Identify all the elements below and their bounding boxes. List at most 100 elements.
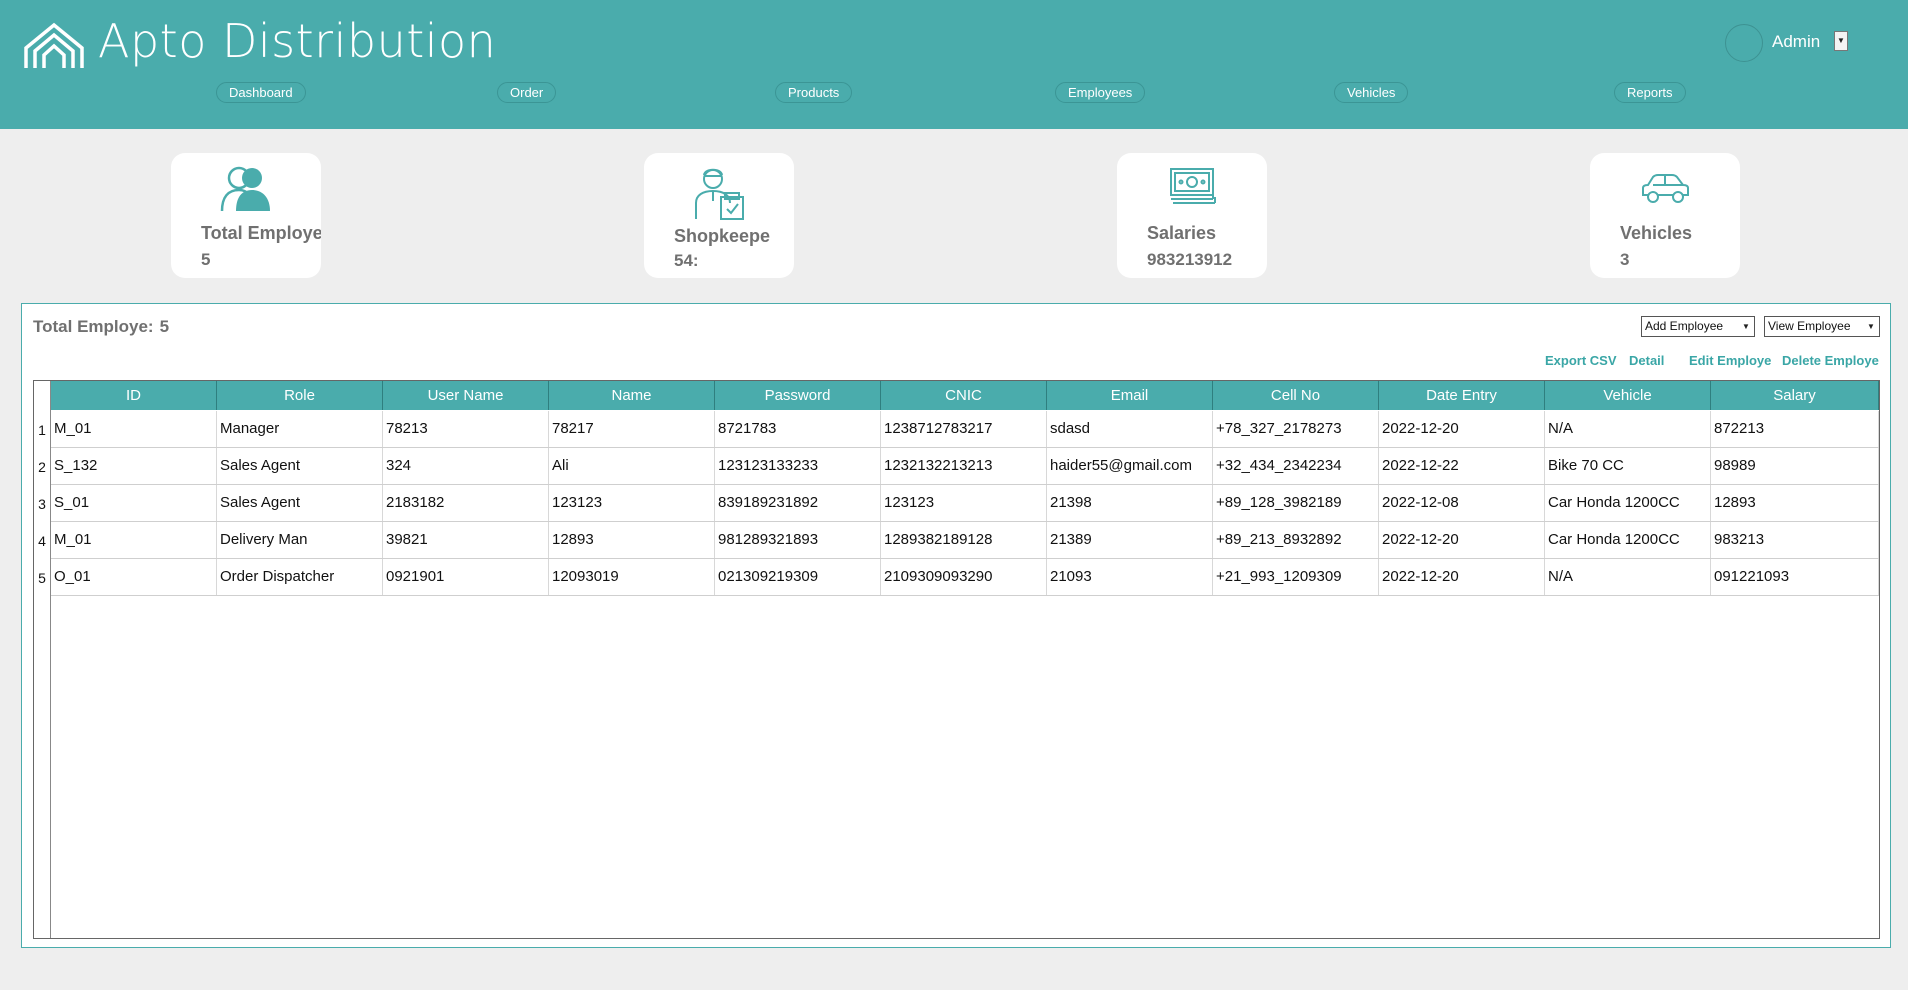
row-number[interactable]: 1 — [34, 422, 50, 438]
detail-link[interactable]: Detail — [1629, 353, 1664, 368]
card-value: 983213912 — [1147, 250, 1233, 269]
user-name[interactable]: Admin — [1772, 32, 1820, 52]
cell-cell-no[interactable]: +32_434_2342234 — [1213, 448, 1379, 484]
cell-cell-no[interactable]: +89_213_8932892 — [1213, 522, 1379, 558]
cell-email[interactable]: haider55@gmail.com — [1047, 448, 1213, 484]
card-label: Total Employe — [201, 223, 321, 243]
cell-password[interactable]: 839189231892 — [715, 485, 881, 521]
cell-email[interactable]: sdasd — [1047, 411, 1213, 447]
cell-cnic[interactable]: 1238712783217 — [881, 411, 1047, 447]
export-csv-link[interactable]: Export CSV — [1545, 353, 1617, 368]
cell-salary[interactable]: 983213 — [1711, 522, 1879, 558]
cell-name[interactable]: Ali — [549, 448, 715, 484]
cell-cell-no[interactable]: +78_327_2178273 — [1213, 411, 1379, 447]
nav-products[interactable]: Products — [775, 82, 853, 103]
table-header: ID Role User Name Name Password CNIC Ema… — [51, 381, 1879, 410]
cell-id[interactable]: O_01 — [51, 559, 217, 595]
view-employee-select[interactable]: View Employee ▼ — [1764, 316, 1880, 337]
cell-user-name[interactable]: 324 — [383, 448, 549, 484]
cell-date-entry[interactable]: 2022-12-20 — [1379, 559, 1545, 595]
table-row[interactable]: S_01 Sales Agent 2183182 123123 839189231892… — [51, 485, 1879, 522]
cell-password[interactable]: 021309219309 — [715, 559, 881, 595]
cell-salary[interactable]: 98989 — [1711, 448, 1879, 484]
card-value: 54: — [674, 251, 699, 270]
column-header-cell-no[interactable]: Cell No — [1213, 381, 1379, 410]
column-header-vehicle[interactable]: Vehicle — [1545, 381, 1711, 410]
employees-table[interactable]: 1 2 3 4 5 ID Role User Name Name Passwor… — [33, 380, 1880, 939]
cell-cnic[interactable]: 123123 — [881, 485, 1047, 521]
nav-dashboard[interactable]: Dashboard — [216, 82, 306, 103]
cell-user-name[interactable]: 39821 — [383, 522, 549, 558]
column-header-role[interactable]: Role — [217, 381, 383, 410]
cell-email[interactable]: 21389 — [1047, 522, 1213, 558]
row-number[interactable]: 2 — [34, 459, 50, 475]
cell-name[interactable]: 12093019 — [549, 559, 715, 595]
nav-vehicles[interactable]: Vehicles — [1334, 82, 1409, 103]
cell-cnic[interactable]: 1289382189128 — [881, 522, 1047, 558]
cell-role[interactable]: Sales Agent — [217, 448, 383, 484]
column-header-email[interactable]: Email — [1047, 381, 1213, 410]
cell-role[interactable]: Manager — [217, 411, 383, 447]
cell-date-entry[interactable]: 2022-12-08 — [1379, 485, 1545, 521]
table-row[interactable]: M_01 Delivery Man 39821 12893 981289321893 12… — [51, 522, 1879, 559]
cell-salary[interactable]: 12893 — [1711, 485, 1879, 521]
cell-id[interactable]: M_01 — [51, 522, 217, 558]
column-header-date-entry[interactable]: Date Entry — [1379, 381, 1545, 410]
column-header-password[interactable]: Password — [715, 381, 881, 410]
cell-email[interactable]: 21093 — [1047, 559, 1213, 595]
avatar-icon[interactable] — [1725, 24, 1763, 62]
cell-email[interactable]: 21398 — [1047, 485, 1213, 521]
add-employee-select[interactable]: Add Employee ▼ — [1641, 316, 1755, 337]
cell-id[interactable]: M_01 — [51, 411, 217, 447]
row-number[interactable]: 5 — [34, 570, 50, 586]
row-number[interactable]: 3 — [34, 496, 50, 512]
nav-order[interactable]: Order — [497, 82, 557, 103]
nav-reports[interactable]: Reports — [1614, 82, 1686, 103]
column-header-cnic[interactable]: CNIC — [881, 381, 1047, 410]
cell-user-name[interactable]: 2183182 — [383, 485, 549, 521]
column-header-user-name[interactable]: User Name — [383, 381, 549, 410]
cell-salary[interactable]: 872213 — [1711, 411, 1879, 447]
cell-cell-no[interactable]: +21_993_1209309 — [1213, 559, 1379, 595]
delete-employe-link[interactable]: Delete Employe — [1782, 353, 1879, 368]
cell-name[interactable]: 123123 — [549, 485, 715, 521]
cell-name[interactable]: 78217 — [549, 411, 715, 447]
cell-id[interactable]: S_01 — [51, 485, 217, 521]
cell-id[interactable]: S_132 — [51, 448, 217, 484]
column-header-name[interactable]: Name — [549, 381, 715, 410]
table-row[interactable]: S_132 Sales Agent 324 Ali 123123133233 123213… — [51, 448, 1879, 485]
cell-role[interactable]: Order Dispatcher — [217, 559, 383, 595]
app-header: Apto Distribution Admin ▼ Dashboard Orde… — [0, 0, 1908, 129]
cell-password[interactable]: 8721783 — [715, 411, 881, 447]
edit-employe-link[interactable]: Edit Employe — [1689, 353, 1771, 368]
cell-vehicle[interactable]: Bike 70 CC — [1545, 448, 1711, 484]
cell-cell-no[interactable]: +89_128_3982189 — [1213, 485, 1379, 521]
column-header-id[interactable]: ID — [51, 381, 217, 410]
cell-salary[interactable]: 091221093 — [1711, 559, 1879, 595]
cell-date-entry[interactable]: 2022-12-22 — [1379, 448, 1545, 484]
card-salaries: Salaries 983213912 — [1117, 153, 1267, 278]
cell-role[interactable]: Delivery Man — [217, 522, 383, 558]
cell-vehicle[interactable]: N/A — [1545, 559, 1711, 595]
employee-count: 5 — [159, 317, 170, 336]
cell-vehicle[interactable]: N/A — [1545, 411, 1711, 447]
cell-vehicle[interactable]: Car Honda 1200CC — [1545, 485, 1711, 521]
column-header-salary[interactable]: Salary — [1711, 381, 1879, 410]
chevron-down-icon[interactable]: ▼ — [1834, 31, 1848, 51]
card-label: Shopkeepe — [674, 226, 771, 246]
cell-password[interactable]: 981289321893 — [715, 522, 881, 558]
cell-cnic[interactable]: 1232132213213 — [881, 448, 1047, 484]
cell-role[interactable]: Sales Agent — [217, 485, 383, 521]
table-row[interactable]: M_01 Manager 78213 78217 8721783 123871278321… — [51, 411, 1879, 448]
cell-date-entry[interactable]: 2022-12-20 — [1379, 411, 1545, 447]
row-number[interactable]: 4 — [34, 533, 50, 549]
cell-user-name[interactable]: 0921901 — [383, 559, 549, 595]
cell-password[interactable]: 123123133233 — [715, 448, 881, 484]
nav-employees[interactable]: Employees — [1055, 82, 1146, 103]
cell-vehicle[interactable]: Car Honda 1200CC — [1545, 522, 1711, 558]
cell-date-entry[interactable]: 2022-12-20 — [1379, 522, 1545, 558]
table-row[interactable]: O_01 Order Dispatcher 0921901 12093019 02130… — [51, 559, 1879, 596]
cell-cnic[interactable]: 2109309093290 — [881, 559, 1047, 595]
cell-name[interactable]: 12893 — [549, 522, 715, 558]
cell-user-name[interactable]: 78213 — [383, 411, 549, 447]
